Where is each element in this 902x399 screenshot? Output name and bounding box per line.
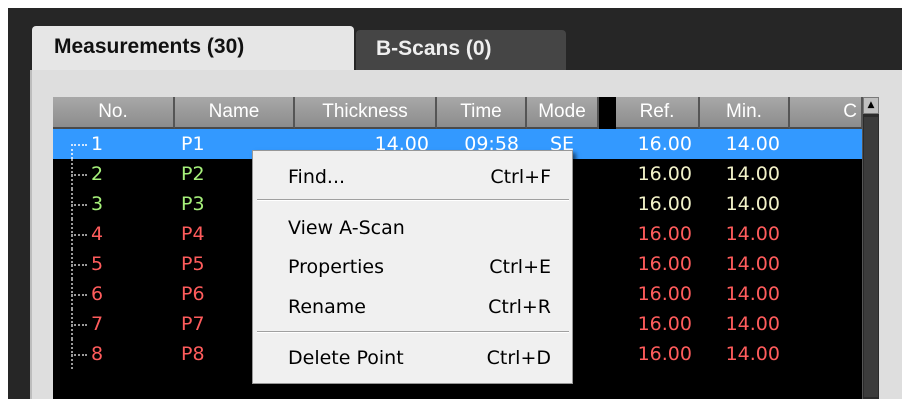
tab-bscans[interactable]: B-Scans (0) xyxy=(356,30,566,70)
tab-bscans-label: B-Scans (0) xyxy=(376,37,492,60)
menu-item-properties-label: Properties xyxy=(288,256,385,278)
tab-measurements-label: Measurements (30) xyxy=(54,35,245,58)
cell-no: 7 xyxy=(91,313,104,335)
grid-header: No. Name Thickness Time Mode Ref. Min. C xyxy=(53,97,879,129)
menu-item-find-shortcut: Ctrl+F xyxy=(490,166,551,188)
scroll-up-arrow-icon[interactable]: ▲ xyxy=(863,97,879,114)
cell-ref: 16.00 xyxy=(637,253,692,275)
cell-min: 14.00 xyxy=(725,163,780,185)
cell-ref: 16.00 xyxy=(637,163,692,185)
cell-min: 14.00 xyxy=(725,133,780,155)
menu-item-view-a-scan-label: View A-Scan xyxy=(288,217,405,239)
cell-min: 14.00 xyxy=(725,253,780,275)
menu-item-rename-shortcut: Ctrl+R xyxy=(488,296,551,318)
tab-measurements[interactable]: Measurements (30) xyxy=(32,26,354,70)
menu-separator xyxy=(257,331,569,333)
cell-min: 14.00 xyxy=(725,283,780,305)
column-header-no[interactable]: No. xyxy=(53,97,175,129)
cell-ref: 16.00 xyxy=(637,283,692,305)
column-header-min[interactable]: Min. xyxy=(700,97,790,129)
menu-item-find-label: Find... xyxy=(288,166,346,188)
cell-no: 8 xyxy=(91,343,104,365)
menu-item-delete-point[interactable]: Delete Point Ctrl+D xyxy=(256,340,569,377)
scrollbar-thumb[interactable] xyxy=(864,117,878,397)
cell-no: 5 xyxy=(91,253,104,275)
column-header-mode[interactable]: Mode xyxy=(527,97,599,129)
cell-ref: 16.00 xyxy=(637,343,692,365)
column-header-c[interactable]: C xyxy=(790,97,863,129)
cell-no: 2 xyxy=(91,163,104,185)
cell-min: 14.00 xyxy=(725,223,780,245)
cell-ref: 16.00 xyxy=(637,223,692,245)
cell-no: 4 xyxy=(91,223,104,245)
cell-ref: 16.00 xyxy=(637,193,692,215)
menu-item-properties[interactable]: Properties Ctrl+E xyxy=(256,249,569,286)
menu-item-rename-label: Rename xyxy=(288,296,366,318)
menu-item-rename[interactable]: Rename Ctrl+R xyxy=(256,289,569,326)
column-header-ref[interactable]: Ref. xyxy=(616,97,700,129)
menu-item-view-a-scan[interactable]: View A-Scan xyxy=(256,210,569,247)
menu-item-delete-point-shortcut: Ctrl+D xyxy=(486,347,551,369)
cell-min: 14.00 xyxy=(725,343,780,365)
column-header-name[interactable]: Name xyxy=(175,97,295,129)
menu-item-delete-point-label: Delete Point xyxy=(288,347,404,369)
cell-ref: 16.00 xyxy=(637,313,692,335)
cell-no: 1 xyxy=(91,133,104,155)
cell-min: 14.00 xyxy=(725,313,780,335)
cell-no: 3 xyxy=(91,193,104,215)
cell-no: 6 xyxy=(91,283,104,305)
menu-item-find[interactable]: Find... Ctrl+F xyxy=(256,159,569,196)
menu-item-properties-shortcut: Ctrl+E xyxy=(489,256,551,278)
cell-min: 14.00 xyxy=(725,193,780,215)
menu-separator xyxy=(257,199,569,201)
vertical-scrollbar[interactable]: ▲ xyxy=(862,97,879,399)
column-header-thickness[interactable]: Thickness xyxy=(295,97,437,129)
cell-ref: 16.00 xyxy=(637,133,692,155)
column-header-time[interactable]: Time xyxy=(437,97,527,129)
context-menu: Find... Ctrl+F View A-Scan Properties Ct… xyxy=(252,150,573,384)
